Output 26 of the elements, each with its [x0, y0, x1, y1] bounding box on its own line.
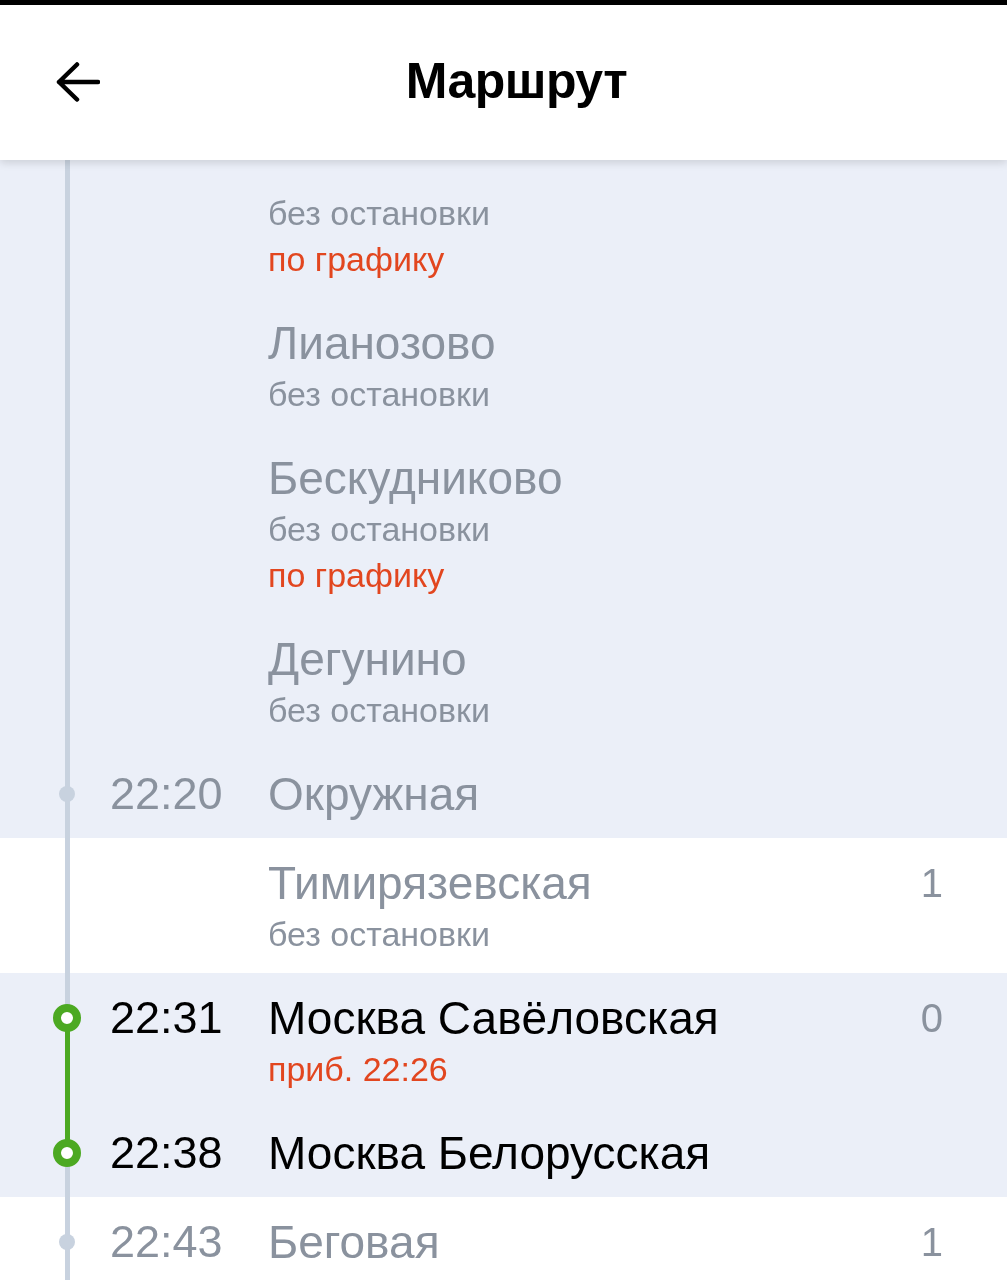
note-text: по графику	[268, 555, 446, 596]
note-text: без остановки	[268, 690, 491, 731]
note-text: приб. 22:26	[268, 1049, 449, 1090]
stop-time: 22:38	[110, 1126, 223, 1180]
note-text: по графику	[268, 239, 446, 280]
stop-time: 22:20	[110, 767, 223, 821]
station-name: Тимирязевская	[268, 856, 593, 911]
note-text: без остановки	[268, 509, 491, 550]
count-label: 0	[920, 995, 943, 1042]
station-name: Москва Савёловская	[268, 991, 720, 1046]
screen-title: Маршрут	[405, 51, 628, 111]
note-text: без остановки	[268, 914, 491, 955]
station-name: Лианозово	[268, 316, 497, 371]
station-name: Москва Белорусская	[268, 1126, 712, 1181]
station-name: Окружная	[268, 767, 481, 822]
station-name: Беговая	[268, 1215, 441, 1270]
stop-time: 22:43	[110, 1215, 223, 1269]
back-arrow-icon	[54, 61, 100, 102]
note-text: без остановки	[268, 374, 491, 415]
count-label: 1	[920, 1219, 943, 1266]
back-button[interactable]	[54, 61, 100, 102]
note-text: без остановки	[268, 193, 491, 234]
station-name: Дегунино	[268, 632, 468, 687]
stop-time: 22:31	[110, 991, 223, 1045]
station-name: Бескудниково	[268, 451, 564, 506]
count-label: 1	[920, 860, 943, 907]
